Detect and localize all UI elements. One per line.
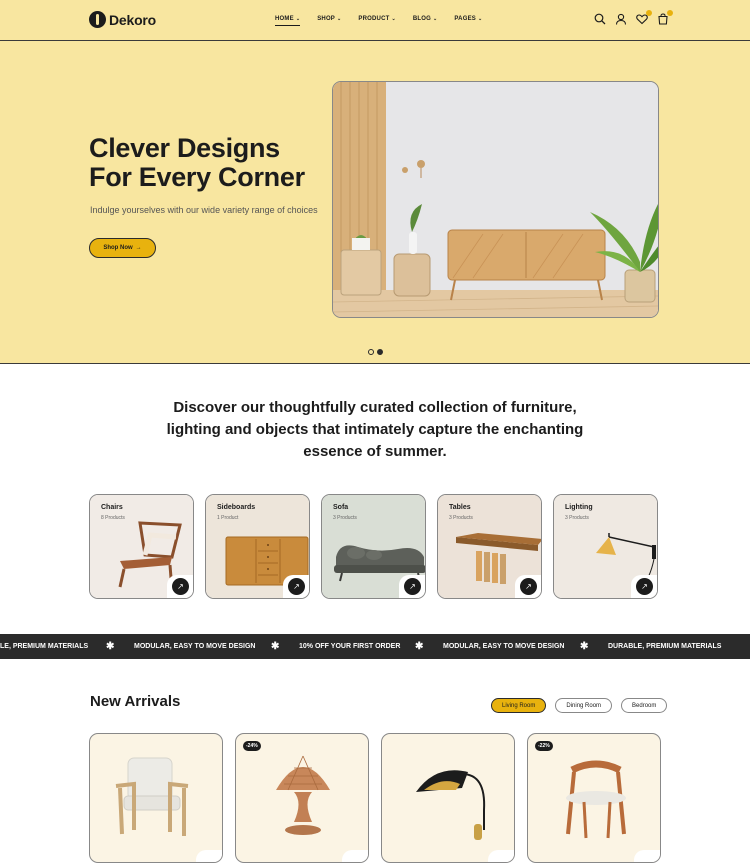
asterisk-icon: ✱ bbox=[271, 641, 280, 652]
product-card[interactable] bbox=[381, 733, 515, 863]
arrow-right-icon: → bbox=[135, 245, 142, 251]
tab-dining-room[interactable]: Dining Room bbox=[555, 698, 613, 713]
product-card[interactable]: -24% bbox=[235, 733, 369, 863]
marquee-item: MODULAR, EASY TO MOVE DESIGN bbox=[134, 643, 256, 650]
marquee-item: LE, PREMIUM MATERIALS bbox=[0, 643, 89, 650]
product-card[interactable] bbox=[89, 733, 223, 863]
category-count: 3 Products bbox=[333, 515, 357, 521]
category-name: Chairs bbox=[101, 504, 123, 511]
logo-mark-icon bbox=[89, 11, 106, 28]
arrow-up-right-icon[interactable]: ↗ bbox=[288, 578, 305, 595]
hero-section: Clever Designs For Every Corner Indulge … bbox=[0, 41, 750, 364]
chevron-down-icon: ⌄ bbox=[295, 16, 301, 22]
shop-now-button[interactable]: Shop Now → bbox=[89, 238, 156, 258]
nav-product-label: Product bbox=[358, 16, 390, 22]
slide-dot-1[interactable] bbox=[368, 349, 374, 355]
nav-blog[interactable]: Blog ⌄ bbox=[413, 16, 438, 22]
category-count: 1 Product bbox=[217, 515, 239, 521]
intro-text: Discover our thoughtfully curated collec… bbox=[166, 399, 584, 460]
category-card-lighting[interactable]: Lighting 3 Products ↗ bbox=[553, 494, 658, 599]
asterisk-icon: ✱ bbox=[106, 641, 115, 652]
nav-shop[interactable]: Shop ⌄ bbox=[317, 16, 341, 22]
category-arrow-wrap: ↗ bbox=[167, 575, 193, 598]
cart-count-badge bbox=[667, 10, 673, 16]
marquee-item: DURABLE, PREMIUM MATERIALS bbox=[608, 643, 722, 650]
nav-product[interactable]: Product ⌄ bbox=[358, 16, 395, 22]
nav-home[interactable]: Home ⌄ bbox=[275, 16, 301, 26]
arrow-up-right-icon[interactable]: ↗ bbox=[404, 578, 421, 595]
site-header: Dekoro Home ⌄ Shop ⌄ Product ⌄ Blog ⌄ Pages ⌄ bbox=[0, 0, 750, 41]
category-count: 8 Products bbox=[101, 515, 125, 521]
product-arrow-wrap bbox=[342, 850, 368, 862]
armchair-illustration bbox=[115, 757, 189, 836]
main-nav: Home ⌄ Shop ⌄ Product ⌄ Blog ⌄ Pages ⌄ bbox=[275, 16, 482, 26]
category-list: Chairs 8 Products ↗ Sideboards 1 Product… bbox=[89, 494, 658, 599]
category-card-sofa[interactable]: Sofa 3 Products ↗ bbox=[321, 494, 426, 599]
product-card[interactable]: -22% bbox=[527, 733, 661, 863]
marquee-item: 10% OFF YOUR FIRST ORDER bbox=[299, 643, 401, 650]
black-wall-lamp-illustration bbox=[416, 770, 486, 840]
hero-room-illustration bbox=[333, 82, 658, 317]
category-count: 3 Products bbox=[565, 515, 589, 521]
arrow-up-right-icon[interactable]: ↗ bbox=[520, 578, 537, 595]
chevron-down-icon: ⌄ bbox=[337, 16, 342, 22]
discount-badge: -22% bbox=[535, 741, 553, 751]
category-arrow-wrap: ↗ bbox=[283, 575, 309, 598]
chevron-down-icon: ⌄ bbox=[391, 16, 396, 22]
product-arrow-wrap bbox=[196, 850, 222, 862]
product-arrow-wrap bbox=[488, 850, 514, 862]
arrow-up-right-icon[interactable]: ↗ bbox=[636, 578, 653, 595]
category-name: Lighting bbox=[565, 504, 593, 511]
category-card-chairs[interactable]: Chairs 8 Products ↗ bbox=[89, 494, 194, 599]
cart-icon[interactable] bbox=[657, 10, 673, 26]
tab-living-room[interactable]: Living Room bbox=[491, 698, 547, 713]
slide-dot-2[interactable] bbox=[377, 349, 383, 355]
hero-subtitle: Indulge yourselves with our wide variety… bbox=[90, 205, 318, 215]
asterisk-icon: ✱ bbox=[580, 641, 589, 652]
wishlist-count-badge bbox=[646, 10, 652, 16]
heart-icon[interactable] bbox=[636, 10, 652, 26]
category-name: Sideboards bbox=[217, 504, 256, 511]
product-arrow-wrap bbox=[634, 850, 660, 862]
arrow-up-right-icon[interactable]: ↗ bbox=[172, 578, 189, 595]
marquee-item: MODULAR, EASY TO MOVE DESIGN bbox=[443, 643, 565, 650]
slider-dots bbox=[368, 349, 383, 355]
header-actions bbox=[594, 10, 673, 26]
category-arrow-wrap: ↗ bbox=[515, 575, 541, 598]
arrivals-tabs: Living Room Dining Room Bedroom bbox=[491, 698, 668, 713]
discount-badge: -24% bbox=[243, 741, 261, 751]
rattan-lamp-illustration bbox=[276, 755, 330, 835]
brand-name: Dekoro bbox=[109, 11, 157, 28]
hero-image bbox=[332, 81, 659, 318]
tab-bedroom[interactable]: Bedroom bbox=[621, 698, 668, 713]
nav-shop-label: Shop bbox=[317, 16, 336, 22]
chevron-down-icon: ⌄ bbox=[477, 16, 483, 22]
hero-title-line1: Clever Designs bbox=[89, 133, 280, 163]
category-card-sideboards[interactable]: Sideboards 1 Product ↗ bbox=[205, 494, 310, 599]
category-arrow-wrap: ↗ bbox=[399, 575, 425, 598]
dining-chair-illustration bbox=[566, 760, 626, 839]
promo-marquee: LE, PREMIUM MATERIALS ✱ MODULAR, EASY TO… bbox=[0, 634, 750, 659]
logo[interactable]: Dekoro bbox=[89, 11, 156, 28]
nav-pages-label: Pages bbox=[454, 16, 476, 22]
category-count: 3 Products bbox=[449, 515, 473, 521]
search-icon[interactable] bbox=[594, 12, 607, 26]
nav-blog-label: Blog bbox=[412, 16, 432, 22]
asterisk-icon: ✱ bbox=[415, 641, 424, 652]
chevron-down-icon: ⌄ bbox=[433, 16, 438, 22]
product-grid: -24% -22% bbox=[89, 733, 661, 863]
user-icon[interactable] bbox=[615, 12, 628, 26]
hero-title-line2: For Every Corner bbox=[89, 162, 305, 192]
shop-now-label: Shop Now bbox=[103, 245, 133, 251]
category-card-tables[interactable]: Tables 3 Products ↗ bbox=[437, 494, 542, 599]
nav-home-label: Home bbox=[275, 16, 294, 22]
category-arrow-wrap: ↗ bbox=[631, 575, 657, 598]
hero-title: Clever Designs For Every Corner bbox=[89, 134, 329, 192]
category-name: Sofa bbox=[333, 504, 349, 511]
nav-pages[interactable]: Pages ⌄ bbox=[454, 16, 482, 22]
section-title: New Arrivals bbox=[90, 693, 181, 710]
category-name: Tables bbox=[449, 504, 471, 511]
